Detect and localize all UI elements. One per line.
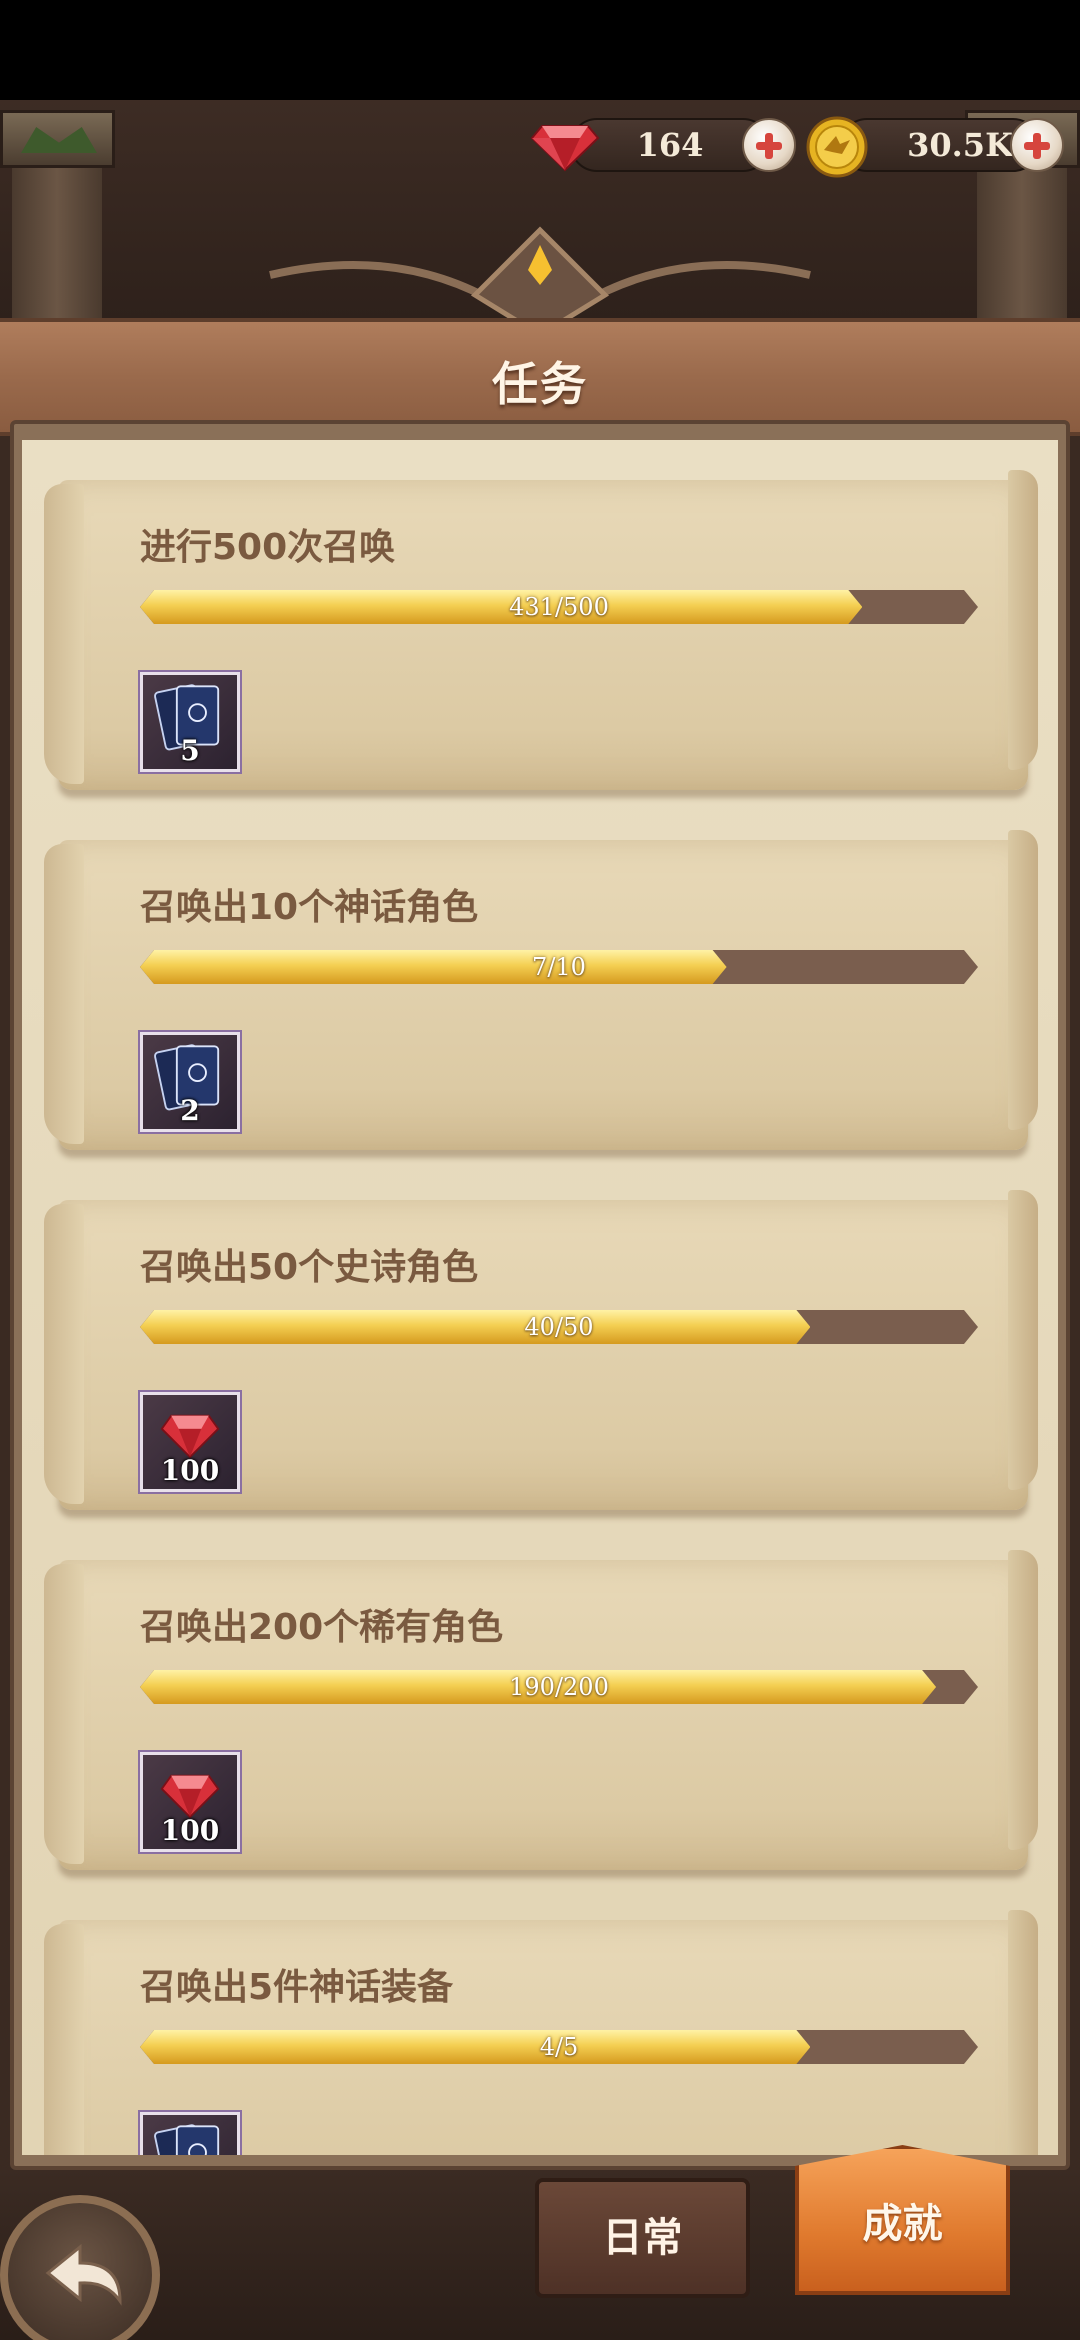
gem-counter: 164 [570, 118, 770, 172]
reward-item[interactable]: 5 [138, 670, 242, 774]
quest-progress-bar: 40/50 [140, 1310, 978, 1344]
quest-progress-text: 190/200 [509, 1673, 609, 1701]
card-deck-icon [154, 2124, 220, 2155]
quest-card[interactable]: 召唤出10个神话角色 7/10 2 [44, 830, 1038, 1150]
reward-count: 100 [160, 1454, 220, 1487]
back-arrow-icon [45, 2243, 122, 2306]
quest-progress-bar: 431/500 [140, 590, 978, 624]
page-title: 任务 [492, 357, 588, 411]
quest-progress-text: 40/50 [524, 1313, 594, 1341]
add-gems-button[interactable] [742, 118, 796, 172]
reward-item[interactable]: 100 [138, 1750, 242, 1854]
gold-amount: 30.5K [907, 126, 1013, 164]
quest-card[interactable]: 进行500次召唤 431/500 5 [44, 470, 1038, 790]
tab-daily[interactable]: 日常 [535, 2178, 750, 2298]
tab-achievements[interactable]: 成就 [795, 2145, 1010, 2295]
reward-item[interactable]: 100 [138, 1390, 242, 1494]
quest-title: 召唤出5件神话装备 [140, 1967, 454, 2008]
left-pillar-decoration [0, 110, 115, 320]
quest-title: 召唤出50个史诗角色 [140, 1247, 479, 1288]
reward-item[interactable] [138, 2110, 242, 2155]
quest-progress-bar: 190/200 [140, 1670, 978, 1704]
back-button[interactable] [0, 2195, 160, 2340]
quest-title: 进行500次召唤 [140, 527, 396, 568]
quest-title: 召唤出10个神话角色 [140, 887, 479, 928]
gold-coin-icon [806, 116, 868, 178]
quest-list[interactable]: 进行500次召唤 431/500 5 召唤出10个神话角色 7/10 2 召唤出… [22, 440, 1058, 2155]
ruby-gem-icon [530, 125, 600, 172]
quest-progress-bar: 4/5 [140, 2030, 978, 2064]
quest-card[interactable]: 召唤出200个稀有角色 190/200 100 [44, 1550, 1038, 1870]
quest-title: 召唤出200个稀有角色 [140, 1607, 504, 1648]
reward-count: 100 [160, 1814, 220, 1847]
quest-card[interactable]: 召唤出50个史诗角色 40/50 100 [44, 1190, 1038, 1510]
quest-card[interactable]: 召唤出5件神话装备 4/5 [44, 1910, 1038, 2155]
quest-progress-text: 7/10 [532, 953, 586, 981]
reward-item[interactable]: 2 [138, 1030, 242, 1134]
reward-count: 5 [180, 734, 200, 767]
gem-amount: 164 [636, 126, 704, 164]
status-bar [0, 0, 1080, 100]
quest-progress-bar: 7/10 [140, 950, 978, 984]
add-gold-button[interactable] [1010, 118, 1064, 172]
reward-count: 2 [180, 1094, 200, 1127]
quest-progress-text: 4/5 [539, 2033, 579, 2061]
quest-progress-text: 431/500 [509, 593, 609, 621]
